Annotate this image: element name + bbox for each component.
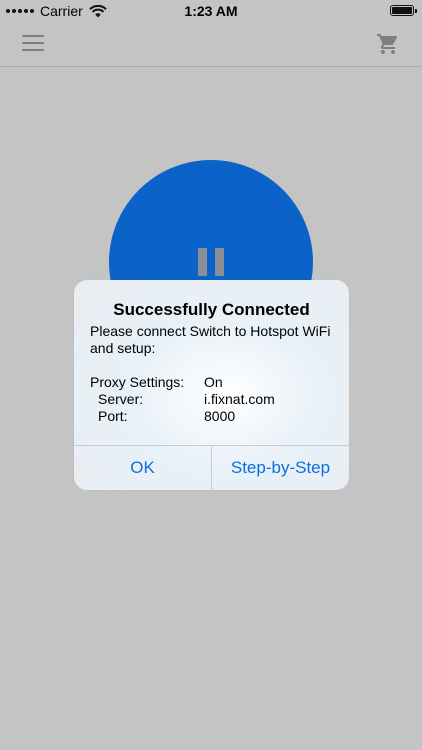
status-bar: Carrier 1:23 AM: [0, 0, 422, 22]
port-value: 8000: [204, 408, 236, 424]
ok-button[interactable]: OK: [74, 446, 211, 490]
pause-icon: [198, 248, 224, 276]
battery-level: [392, 7, 412, 14]
clock: 1:23 AM: [184, 3, 238, 19]
shopping-cart-icon[interactable]: [376, 32, 400, 56]
port-label: Port:: [98, 408, 128, 424]
hamburger-menu-icon[interactable]: [22, 35, 44, 53]
proxy-settings-value: On: [204, 374, 223, 390]
server-value: i.fixnat.com: [204, 391, 275, 407]
battery-icon: [390, 5, 417, 16]
step-by-step-button[interactable]: Step-by-Step: [212, 446, 349, 490]
success-alert-dialog: Successfully Connected Please connect Sw…: [74, 280, 349, 490]
server-label: Server:: [98, 391, 144, 407]
alert-title: Successfully Connected: [113, 300, 310, 319]
navigation-bar: [0, 22, 422, 67]
alert-message: Please connect Switch to Hotspot WiFi an…: [90, 323, 331, 356]
proxy-settings-label: Proxy Settings:: [90, 374, 185, 390]
